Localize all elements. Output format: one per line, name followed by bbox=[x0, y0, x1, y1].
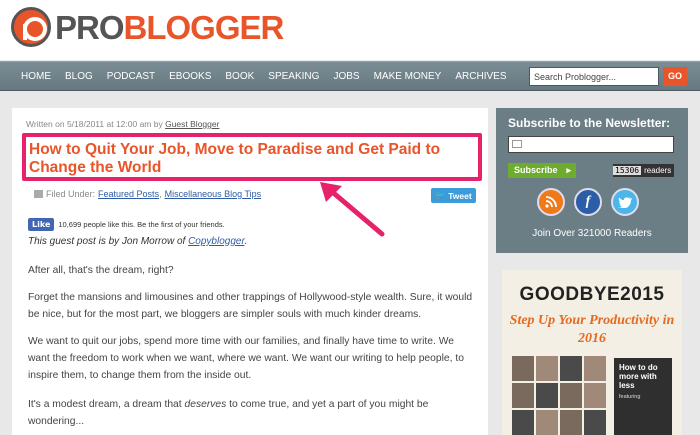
p4-part-a: It's a modest dream, a dream that bbox=[28, 399, 182, 410]
paragraph-1: After all, that's the dream, right? bbox=[28, 265, 174, 276]
nav-ebooks[interactable]: EBOOKS bbox=[162, 71, 218, 82]
facebook-letter: f bbox=[585, 194, 591, 209]
copyblogger-link[interactable]: Copyblogger bbox=[188, 236, 244, 247]
search-go-button[interactable]: GO bbox=[663, 67, 687, 86]
fb-like-label: Like bbox=[32, 220, 51, 229]
fb-like-text: 10,699 people like this. Be the first of… bbox=[58, 220, 225, 229]
facebook-icon[interactable]: f bbox=[574, 188, 602, 216]
filed-separator: , bbox=[159, 189, 162, 199]
byline-prefix: Written on 5/18/2011 at 12:00 am by bbox=[26, 119, 163, 129]
logo-mark-icon bbox=[11, 7, 51, 47]
rss-glyph-icon bbox=[545, 196, 557, 208]
guest-post-intro: This guest post is by Jon Morrow of Copy… bbox=[28, 236, 247, 247]
ad-subline: Step Up Your Productivity in 2016 bbox=[509, 313, 675, 346]
category-featured-posts[interactable]: Featured Posts bbox=[98, 189, 159, 199]
reader-count: 15306 bbox=[613, 166, 642, 175]
nav-speaking[interactable]: SPEAKING bbox=[261, 71, 326, 82]
ad-photo bbox=[560, 383, 582, 408]
logo-pro: PRO bbox=[55, 8, 125, 46]
reader-count-label: readers bbox=[644, 166, 672, 175]
site-header: PROBLOGGER bbox=[0, 0, 700, 60]
ad-book-label: featuring bbox=[619, 394, 641, 400]
nav-book[interactable]: BOOK bbox=[218, 71, 261, 82]
subscribe-button[interactable]: Subscribe bbox=[508, 163, 576, 178]
ad-photo bbox=[536, 383, 558, 408]
paragraph-2: Forget the mansions and limousines and o… bbox=[28, 292, 473, 320]
twitter-bird-glyph-icon bbox=[618, 197, 632, 208]
ad-photo bbox=[560, 356, 582, 381]
logo-text: PROBLOGGER bbox=[55, 8, 285, 46]
tweet-button[interactable]: 🐦 Tweet bbox=[431, 188, 476, 203]
twitter-icon[interactable] bbox=[611, 188, 639, 216]
nav-podcast[interactable]: PODCAST bbox=[100, 71, 162, 82]
ad-photo bbox=[536, 356, 558, 381]
byline-author-link[interactable]: Guest Blogger bbox=[165, 119, 219, 129]
paragraph-3: We want to quit our jobs, spend more tim… bbox=[28, 336, 464, 381]
goodbye2015-ad[interactable]: GOODBYE2015 Step Up Your Productivity in… bbox=[502, 270, 682, 435]
nav-jobs[interactable]: JOBS bbox=[326, 71, 366, 82]
ad-photo bbox=[512, 410, 534, 435]
ad-photo bbox=[584, 356, 606, 381]
ad-photo bbox=[512, 383, 534, 408]
filed-prefix: Filed Under: bbox=[46, 189, 96, 199]
post-byline: Written on 5/18/2011 at 12:00 am by Gues… bbox=[26, 119, 219, 129]
paragraph-4: It's a modest dream, a dream that deserv… bbox=[28, 396, 478, 430]
ad-photo bbox=[584, 410, 606, 435]
filed-under: Filed Under: Featured Posts, Miscellaneo… bbox=[34, 189, 261, 199]
rss-icon[interactable] bbox=[537, 188, 565, 216]
p4-emphasis: deserves bbox=[184, 399, 227, 410]
join-readers-text: Join Over 321000 Readers bbox=[532, 228, 652, 239]
nav-home[interactable]: HOME bbox=[14, 71, 58, 82]
post-title[interactable]: How to Quit Your Job, Move to Paradise a… bbox=[29, 141, 469, 177]
category-misc-blog-tips[interactable]: Miscellaneous Blog Tips bbox=[165, 189, 262, 199]
newsletter-sidebar: Subscribe to the Newsletter: Subscribe 1… bbox=[496, 108, 688, 253]
guest-prefix: This guest post is by Jon Morrow of bbox=[28, 236, 186, 247]
ad-book-cover: How to do more with less featuring bbox=[614, 358, 672, 435]
logo-blogger: BLOGGER bbox=[123, 8, 285, 46]
folder-icon bbox=[34, 190, 43, 198]
mail-icon bbox=[512, 140, 522, 148]
nav-make-money[interactable]: MAKE MONEY bbox=[367, 71, 449, 82]
ad-photo-grid bbox=[512, 356, 606, 435]
feed-reader-counter[interactable]: 15306 readers bbox=[613, 164, 675, 177]
nav-blog[interactable]: BLOG bbox=[58, 71, 100, 82]
ad-photo bbox=[512, 356, 534, 381]
nav-items: HOME BLOG PODCAST EBOOKS BOOK SPEAKING J… bbox=[14, 62, 513, 90]
tweet-label: Tweet bbox=[448, 190, 472, 201]
ad-book-title: How to do more with less bbox=[619, 363, 658, 390]
main-nav: HOME BLOG PODCAST EBOOKS BOOK SPEAKING J… bbox=[0, 61, 700, 91]
ad-photo bbox=[536, 410, 558, 435]
nav-archives[interactable]: ARCHIVES bbox=[448, 71, 513, 82]
fb-like-button[interactable]: Like bbox=[28, 218, 55, 231]
newsletter-title: Subscribe to the Newsletter: bbox=[508, 116, 671, 130]
post-content: Written on 5/18/2011 at 12:00 am by Gues… bbox=[12, 108, 488, 435]
ad-photo bbox=[560, 410, 582, 435]
facebook-like-row: Like 10,699 people like this. Be the fir… bbox=[28, 218, 225, 231]
guest-suffix: . bbox=[244, 236, 248, 247]
problogger-logo[interactable]: PROBLOGGER bbox=[11, 6, 285, 48]
ad-photo bbox=[584, 383, 606, 408]
newsletter-email-field[interactable] bbox=[508, 136, 674, 153]
ad-headline: GOODBYE2015 bbox=[519, 284, 665, 305]
twitter-bird-icon: 🐦 bbox=[435, 191, 446, 200]
annotation-arrow-icon bbox=[320, 182, 385, 237]
search-input[interactable] bbox=[529, 67, 659, 86]
